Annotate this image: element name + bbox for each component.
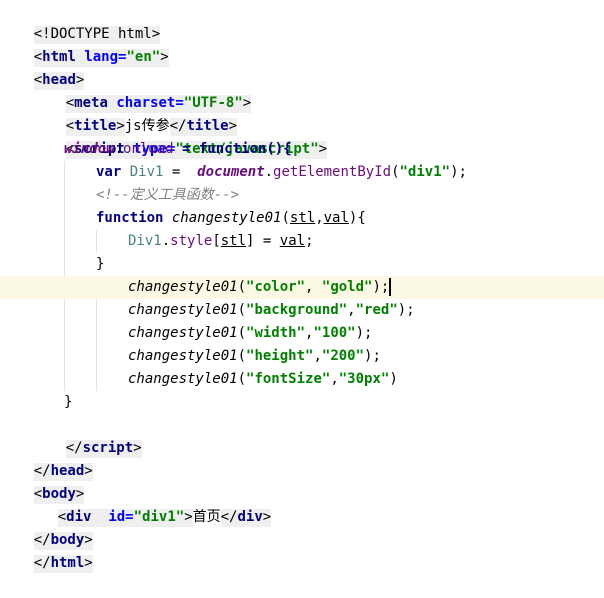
code-line-16: changestyle01("height","200"); [128, 348, 381, 364]
code-line-5: <title>js传参</title> [0, 92, 604, 136]
code-line-23: </body> [0, 506, 604, 550]
code-line-18: } [64, 394, 73, 410]
code-line-10: function changestyle01(stl,val){ [96, 210, 366, 226]
code-line-15: changestyle01("width","100"); [128, 325, 373, 341]
code-line-7: window.onload = function(){ [64, 141, 292, 157]
code-line-2: <html lang="en"> [0, 23, 604, 67]
code-line-6: <script type="text/javascript"> [0, 115, 604, 159]
code-line-20: </head> [0, 437, 604, 481]
text-caret [389, 278, 392, 296]
code-line-17: changestyle01("fontSize","30px") [128, 371, 398, 387]
code-line-21: <body> [0, 460, 604, 504]
code-editor[interactable]: <!DOCTYPE html> <html lang="en"> <head> … [0, 0, 604, 573]
code-line-4: <meta charset="UTF-8"> [0, 69, 604, 113]
html-close-tag: </html> [33, 555, 93, 573]
code-line-14: changestyle01("background","red"); [128, 302, 415, 318]
code-line-13: changestyle01("color", "gold"); [0, 276, 604, 299]
code-comment: <!--定义工具函数--> [96, 187, 240, 203]
code-line-12: } [96, 256, 105, 272]
code-line-9: <!--定义工具函数--> [0, 184, 604, 207]
code-line-8: var Div1 = document.getElementById("div1… [96, 164, 467, 180]
code-line-24: </html> [0, 529, 604, 573]
code-line-3: <head> [0, 46, 604, 90]
code-line-22: <div id="div1">首页</div> [0, 483, 604, 527]
code-line-11: Div1.style[stl] = val; [128, 233, 314, 249]
code-line-19: </script> [0, 414, 604, 458]
code-line-1: <!DOCTYPE html> [0, 0, 604, 44]
